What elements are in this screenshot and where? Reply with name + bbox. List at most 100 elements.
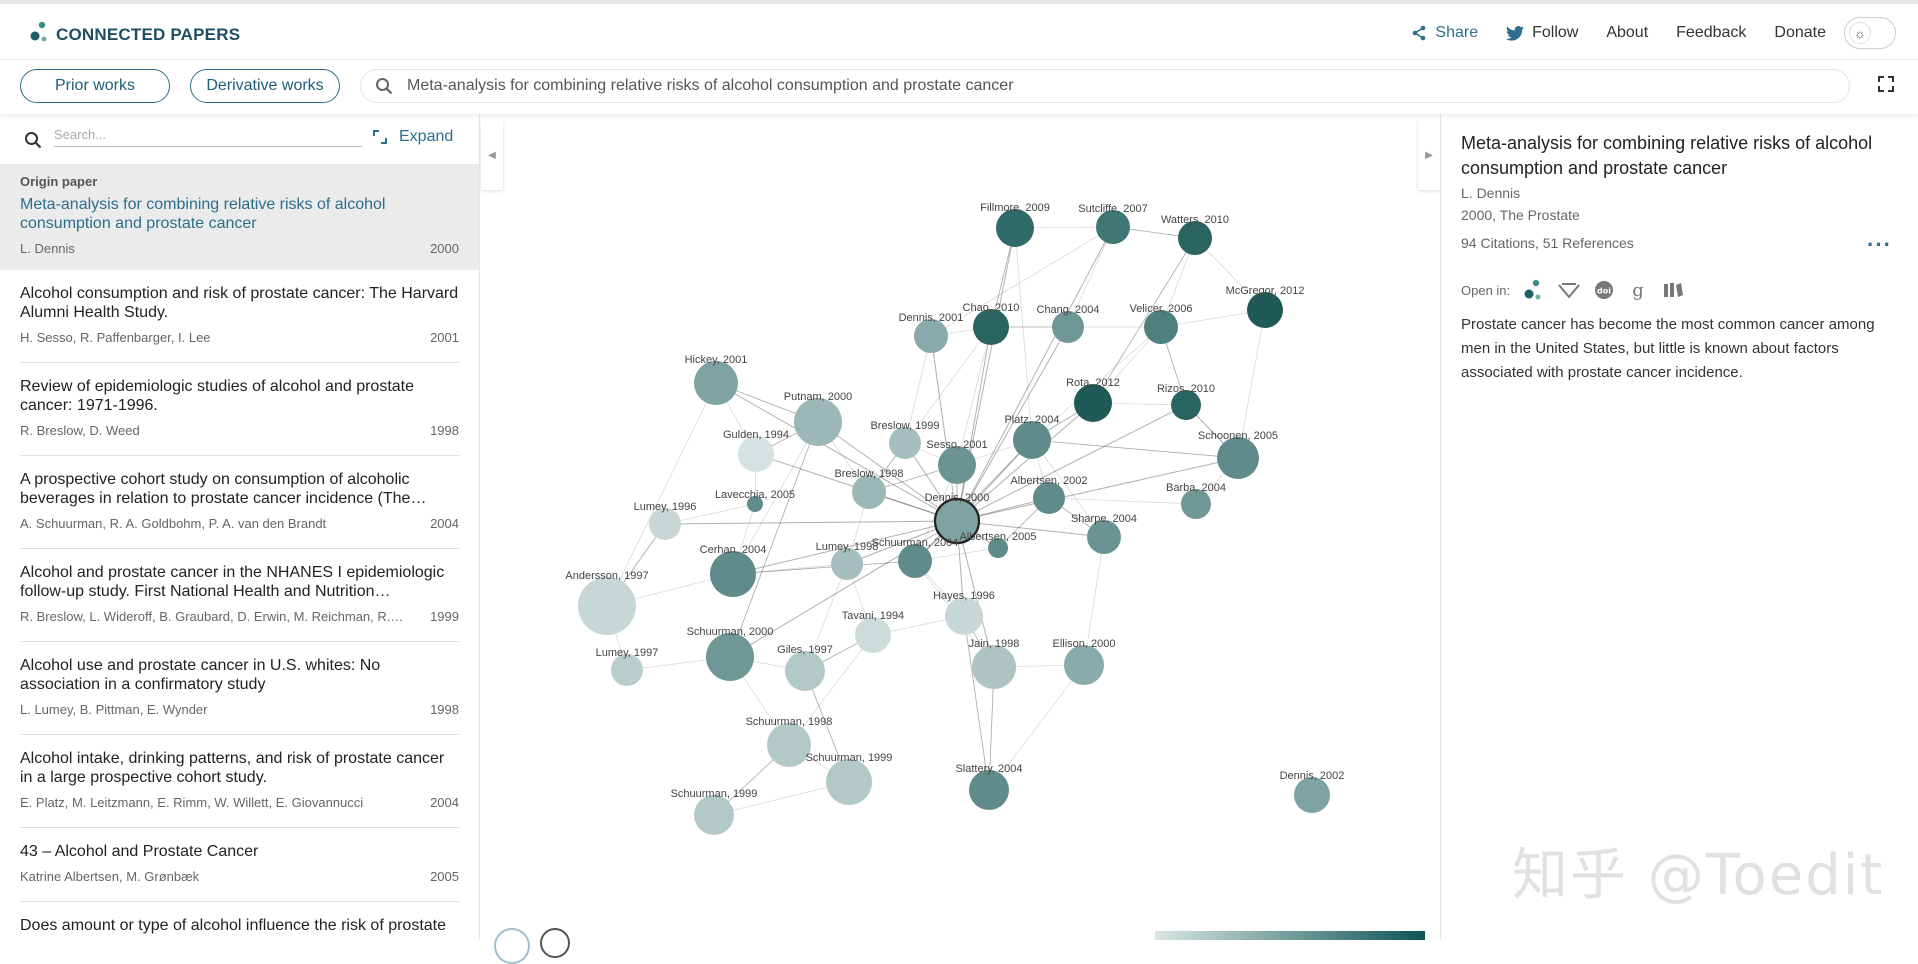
- semantic-scholar-icon[interactable]: [1558, 281, 1580, 299]
- graph-node-circle[interactable]: [1013, 421, 1051, 459]
- graph-node[interactable]: Schuurman, 1999: [806, 752, 893, 805]
- graph-node-circle[interactable]: [855, 617, 891, 653]
- graph-node-circle[interactable]: [969, 770, 1009, 810]
- graph-node-circle[interactable]: [694, 361, 738, 405]
- graph-node[interactable]: Andersson, 1997: [565, 570, 649, 635]
- graph-node[interactable]: Gulden, 1994: [723, 429, 789, 472]
- graph-node[interactable]: Breslow, 1998: [834, 468, 904, 509]
- graph-node-circle[interactable]: [694, 795, 734, 835]
- collapse-left-panel-button[interactable]: ◀: [481, 120, 503, 190]
- zoom-control[interactable]: [540, 928, 570, 958]
- expand-button[interactable]: Expand: [373, 128, 453, 146]
- detail-authors[interactable]: L. Dennis: [1461, 185, 1898, 201]
- graph-node[interactable]: Cerhan, 2004: [700, 544, 767, 597]
- share-button[interactable]: Share: [1411, 24, 1478, 42]
- graph-node-circle[interactable]: [914, 319, 948, 353]
- graph-node-circle[interactable]: [767, 723, 811, 767]
- graph-node[interactable]: Dennis, 2002: [1280, 770, 1345, 813]
- graph-node[interactable]: Sharpe, 2004: [1071, 513, 1137, 554]
- graph-node-circle[interactable]: [1217, 437, 1259, 479]
- zoom-control[interactable]: [494, 928, 530, 964]
- graph-canvas[interactable]: Fillmore, 2009 Sutcliffe, 2007 Watters, 20…: [481, 114, 1441, 940]
- graph-node[interactable]: Albertsen, 2005: [959, 531, 1037, 558]
- graph-node-circle[interactable]: [1144, 310, 1178, 344]
- graph-node[interactable]: Platz, 2004: [1004, 414, 1060, 459]
- graph-node-circle[interactable]: [898, 544, 932, 578]
- graph-node-label: Schuurman, 1999: [671, 788, 758, 800]
- graph-svg[interactable]: Fillmore, 2009 Sutcliffe, 2007 Watters, 20…: [481, 114, 1441, 940]
- graph-node-label: Albertsen, 2005: [959, 531, 1036, 543]
- graph-node[interactable]: Slattery, 2004: [955, 763, 1023, 810]
- library-icon[interactable]: [1662, 281, 1684, 299]
- graph-node-circle[interactable]: [938, 446, 976, 484]
- list-item[interactable]: Alcohol intake, drinking patterns, and r…: [20, 735, 459, 828]
- graph-node[interactable]: Schuurman, 1999: [671, 788, 758, 835]
- graph-node[interactable]: Lumey, 1996: [634, 501, 697, 540]
- graph-node[interactable]: Hayes, 1996: [933, 590, 995, 635]
- derivative-works-button[interactable]: Derivative works: [190, 69, 340, 103]
- list-item[interactable]: Does amount or type of alcohol influence…: [20, 902, 459, 940]
- feedback-link[interactable]: Feedback: [1676, 24, 1746, 42]
- graph-node[interactable]: Fillmore, 2009: [980, 202, 1050, 247]
- main-search-input[interactable]: Meta-analysis for combining relative ris…: [360, 69, 1850, 103]
- graph-node-circle[interactable]: [785, 651, 825, 691]
- graph-node-circle[interactable]: [1064, 645, 1104, 685]
- list-item[interactable]: Alcohol use and prostate cancer in U.S. …: [20, 642, 459, 735]
- graph-node[interactable]: Barba, 2004: [1166, 482, 1226, 519]
- graph-node-circle[interactable]: [1178, 221, 1212, 255]
- graph-node-circle[interactable]: [1087, 520, 1121, 554]
- graph-node-circle[interactable]: [1074, 384, 1112, 422]
- collapse-right-panel-button[interactable]: ▶: [1418, 120, 1440, 190]
- list-item[interactable]: A prospective cohort study on consumptio…: [20, 456, 459, 549]
- svg-text:g: g: [1632, 280, 1644, 300]
- graph-node[interactable]: Rota, 2012: [1066, 377, 1120, 422]
- list-item[interactable]: Alcohol consumption and risk of prostate…: [20, 270, 459, 363]
- graph-node[interactable]: Putnam, 2000: [784, 391, 853, 446]
- graph-node[interactable]: Chao, 2010: [963, 302, 1020, 345]
- graph-node[interactable]: Lumey, 1997: [596, 647, 659, 686]
- follow-button[interactable]: Follow: [1506, 24, 1578, 42]
- graph-node[interactable]: Jain, 1998: [969, 638, 1020, 689]
- graph-node[interactable]: Giles, 1997: [777, 644, 833, 691]
- graph-node-circle[interactable]: [1294, 777, 1330, 813]
- graph-node-circle[interactable]: [826, 759, 872, 805]
- graph-node[interactable]: Ellison, 2000: [1053, 638, 1116, 685]
- graph-node-circle[interactable]: [578, 577, 636, 635]
- graph-node-circle[interactable]: [794, 398, 842, 446]
- fullscreen-button[interactable]: [1878, 76, 1894, 97]
- graph-node[interactable]: Schuurman, 2000: [687, 626, 774, 681]
- app-logo[interactable]: CONNECTED PAPERS: [30, 21, 240, 48]
- doi-icon[interactable]: doi: [1594, 280, 1614, 300]
- list-item[interactable]: Alcohol and prostate cancer in the NHANE…: [20, 549, 459, 642]
- graph-node-circle[interactable]: [852, 475, 886, 509]
- graph-node-circle[interactable]: [1096, 210, 1130, 244]
- graph-node[interactable]: Rizos, 2010: [1157, 383, 1215, 420]
- origin-paper-item[interactable]: Origin paper Meta-analysis for combining…: [0, 164, 479, 270]
- graph-node[interactable]: Sesso, 2001: [926, 439, 988, 484]
- prior-works-button[interactable]: Prior works: [20, 69, 170, 103]
- graph-node-circle[interactable]: [973, 309, 1009, 345]
- graph-node[interactable]: McGregor, 2012: [1226, 285, 1305, 328]
- graph-node[interactable]: Chang, 2004: [1037, 304, 1100, 343]
- graph-node[interactable]: Lavecchia, 2005: [715, 489, 795, 512]
- connected-papers-icon[interactable]: [1524, 279, 1544, 301]
- graph-node[interactable]: Sutcliffe, 2007: [1078, 203, 1148, 244]
- graph-node-circle[interactable]: [710, 551, 756, 597]
- graph-node-circle[interactable]: [706, 633, 754, 681]
- graph-node-circle[interactable]: [738, 436, 774, 472]
- list-search-input[interactable]: Search...: [54, 127, 362, 147]
- graph-node[interactable]: Schuurman, 2004: [872, 537, 959, 578]
- graph-node-circle[interactable]: [945, 597, 983, 635]
- graph-node-circle[interactable]: [996, 209, 1034, 247]
- list-item[interactable]: 43 – Alcohol and Prostate Cancer Katrine…: [20, 828, 459, 902]
- list-item[interactable]: Review of epidemiologic studies of alcoh…: [20, 363, 459, 456]
- graph-node-circle[interactable]: [1247, 292, 1283, 328]
- donate-link[interactable]: Donate: [1774, 24, 1826, 42]
- google-scholar-icon[interactable]: g: [1628, 280, 1648, 300]
- graph-node[interactable]: Schoonen, 2005: [1198, 430, 1278, 479]
- graph-node-circle[interactable]: [972, 645, 1016, 689]
- about-link[interactable]: About: [1606, 24, 1648, 42]
- graph-node[interactable]: Hickey, 2001: [685, 354, 748, 405]
- theme-toggle[interactable]: ☼: [1844, 17, 1896, 49]
- more-options-icon[interactable]: ···: [1867, 232, 1892, 258]
